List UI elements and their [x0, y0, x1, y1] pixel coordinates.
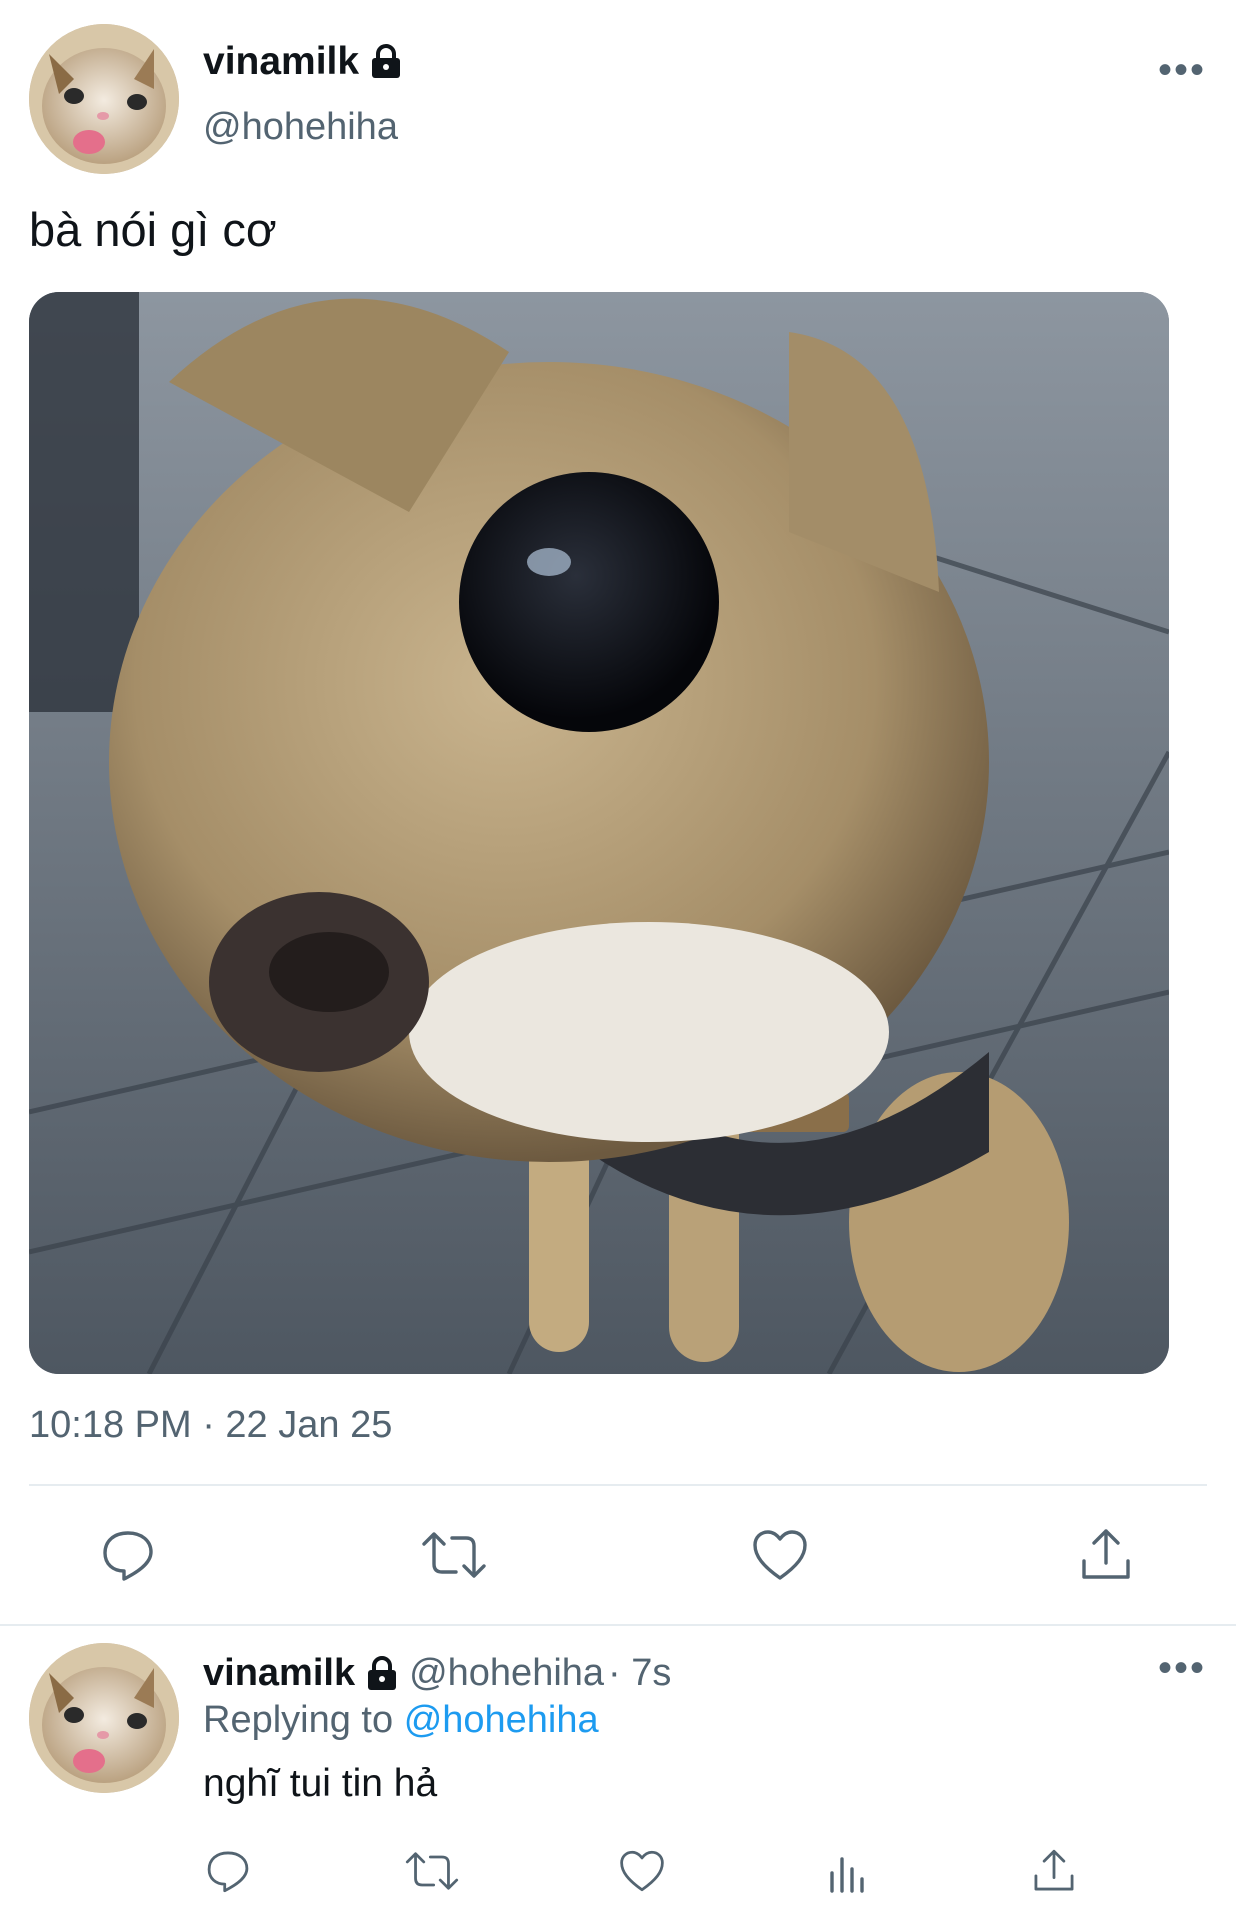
avatar[interactable] — [29, 24, 179, 174]
reply-handle[interactable]: @hohehiha — [409, 1652, 604, 1695]
reply-icon — [103, 1531, 153, 1581]
reply-like-button[interactable] — [610, 1846, 674, 1896]
share-icon — [1034, 1849, 1074, 1891]
reply-retweet-button[interactable] — [400, 1846, 464, 1896]
timestamp[interactable]: 10:18 PM · 22 Jan 25 — [29, 1404, 392, 1447]
analytics-button[interactable] — [816, 1846, 880, 1896]
retweet-icon — [422, 1532, 486, 1578]
more-options-icon[interactable]: ••• — [1158, 50, 1206, 90]
reply-display-name[interactable]: vinamilk — [203, 1652, 355, 1695]
reply-text: nghĩ tui tin hả — [203, 1762, 438, 1805]
dog-photo-icon — [29, 292, 1169, 1374]
replying-to: Replying to @hohehiha — [203, 1699, 599, 1742]
reply-button[interactable] — [88, 1525, 168, 1585]
retweet-icon — [405, 1852, 459, 1890]
like-icon — [620, 1850, 664, 1892]
display-name-text: vinamilk — [203, 40, 360, 83]
replying-to-label: Replying to — [203, 1699, 394, 1741]
share-button[interactable] — [1066, 1525, 1146, 1585]
handle[interactable]: @hohehiha — [203, 106, 398, 149]
reply-age: · 7s — [608, 1652, 672, 1694]
lock-icon — [368, 1655, 397, 1690]
retweet-button[interactable] — [414, 1525, 494, 1585]
cat-avatar-icon — [29, 1643, 179, 1793]
divider — [29, 1484, 1207, 1486]
reply-share-button[interactable] — [1022, 1846, 1086, 1896]
reply-avatar[interactable] — [29, 1643, 179, 1793]
reply-icon — [207, 1851, 249, 1893]
lock-icon — [372, 44, 401, 78]
tweet-text: bà nói gì cơ — [29, 203, 277, 256]
share-icon — [1082, 1529, 1130, 1579]
tweet-media[interactable] — [29, 292, 1169, 1374]
analytics-icon — [830, 1857, 864, 1893]
like-icon — [753, 1530, 807, 1580]
like-button[interactable] — [740, 1525, 820, 1585]
display-name[interactable]: vinamilk — [203, 40, 403, 84]
reply-header: vinamilk @hohehiha · 7s — [203, 1652, 671, 1695]
replying-to-link[interactable]: @hohehiha — [404, 1699, 599, 1741]
reply-more-options-icon[interactable]: ••• — [1158, 1648, 1206, 1688]
reply-reply-button[interactable] — [196, 1846, 260, 1896]
divider — [0, 1624, 1236, 1626]
cat-avatar-icon — [29, 24, 179, 174]
